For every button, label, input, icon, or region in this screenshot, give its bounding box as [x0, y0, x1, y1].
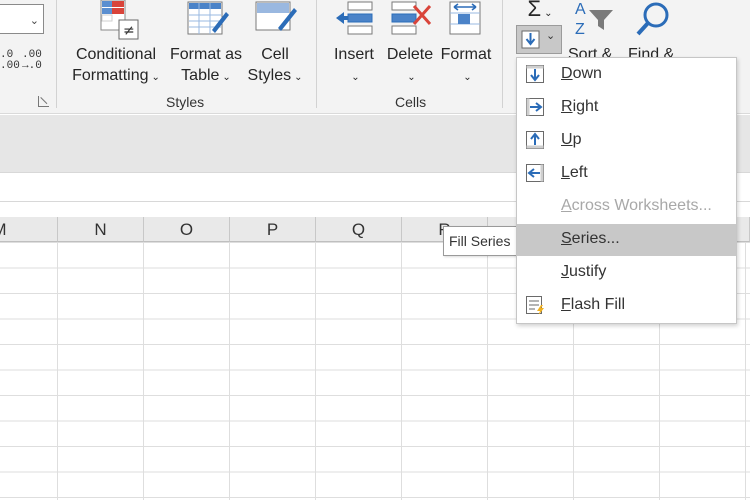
flash-fill-icon: [526, 296, 544, 314]
insert-cells-icon: [336, 1, 373, 35]
fill-series-tooltip: Fill Series: [443, 226, 519, 256]
number-group-launcher-icon[interactable]: [38, 96, 49, 107]
cell-styles-icon: [255, 1, 297, 31]
menu-item-right[interactable]: Right: [517, 92, 736, 124]
insert-button[interactable]: Insert ⌄: [328, 44, 380, 88]
menu-item-up[interactable]: Up: [517, 125, 736, 157]
fill-right-icon: [526, 98, 544, 116]
menu-item-label: Left: [561, 164, 588, 181]
chevron-down-icon: ⌄: [463, 72, 472, 83]
column-header-o[interactable]: O: [144, 217, 230, 242]
conditional-formatting-button[interactable]: Conditional Formatting ⌄: [70, 44, 162, 88]
menu-item-series[interactable]: Series...: [517, 224, 736, 256]
number-format-combo[interactable]: ⌄: [0, 4, 44, 34]
column-header-m[interactable]: M: [0, 217, 58, 242]
format-cells-icon: [449, 1, 481, 35]
menu-item-label: Series...: [561, 230, 620, 247]
group-separator: [56, 0, 57, 108]
delete-button[interactable]: Delete ⌄: [384, 44, 436, 88]
fill-down-icon: [521, 30, 540, 49]
chevron-down-icon: ⌄: [544, 8, 553, 19]
chevron-down-icon: ⌄: [151, 72, 160, 83]
fill-up-icon: [526, 131, 544, 149]
chevron-down-icon: ⌄: [546, 30, 556, 42]
column-header-p[interactable]: P: [230, 217, 316, 242]
group-separator: [502, 0, 503, 108]
autosum-button[interactable]: Σ ⌄: [520, 0, 560, 24]
menu-item-down[interactable]: Down: [517, 59, 736, 91]
format-button[interactable]: Format ⌄: [438, 44, 494, 88]
fill-button[interactable]: ⌄: [516, 25, 562, 54]
sort-filter-icon: A Z: [575, 1, 613, 38]
menu-item-label: Across Worksheets...: [561, 197, 712, 214]
menu-item-label: Right: [561, 98, 599, 115]
autosum-icon: Σ: [527, 0, 542, 21]
fill-down-icon: [526, 65, 544, 83]
conditional-formatting-icon: ≠: [100, 0, 139, 40]
styles-group-label: Styles: [166, 94, 205, 110]
menu-item-label: Up: [561, 131, 582, 148]
svg-text:Z: Z: [575, 21, 585, 38]
menu-item-left[interactable]: Left: [517, 158, 736, 190]
chevron-down-icon: ⌄: [222, 72, 231, 83]
increase-decimal-button[interactable]: .0 .00: [0, 50, 20, 72]
chevron-down-icon: ⌄: [407, 72, 416, 83]
chevron-down-icon[interactable]: ⌄: [30, 14, 39, 27]
fill-dropdown-menu: Down Right Up Left Across Worksheets... …: [516, 57, 737, 324]
magnifier-icon: [636, 2, 669, 36]
menu-item-justify[interactable]: Justify: [517, 257, 736, 289]
cell-styles-button[interactable]: Cell Styles ⌄: [246, 44, 304, 88]
svg-text:≠: ≠: [123, 23, 135, 39]
svg-text:A: A: [575, 1, 586, 18]
cells-group-label: Cells: [395, 94, 427, 110]
column-header-n[interactable]: N: [58, 217, 144, 242]
group-separator: [316, 0, 317, 108]
menu-item-flash-fill[interactable]: Flash Fill: [517, 290, 736, 322]
menu-item-label: Flash Fill: [561, 296, 626, 313]
chevron-down-icon: ⌄: [294, 72, 303, 83]
format-as-table-icon: [187, 1, 229, 35]
column-header-q[interactable]: Q: [316, 217, 402, 242]
delete-cells-icon: [391, 1, 432, 35]
menu-item-across-worksheets: Across Worksheets...: [517, 191, 736, 223]
format-as-table-button[interactable]: Format as Table ⌄: [166, 44, 246, 88]
menu-item-label: Down: [561, 65, 602, 82]
fill-left-icon: [526, 164, 544, 182]
chevron-down-icon: ⌄: [351, 72, 360, 83]
menu-item-label: Justify: [561, 263, 607, 280]
decrease-decimal-button[interactable]: .00 →.0: [22, 50, 42, 72]
